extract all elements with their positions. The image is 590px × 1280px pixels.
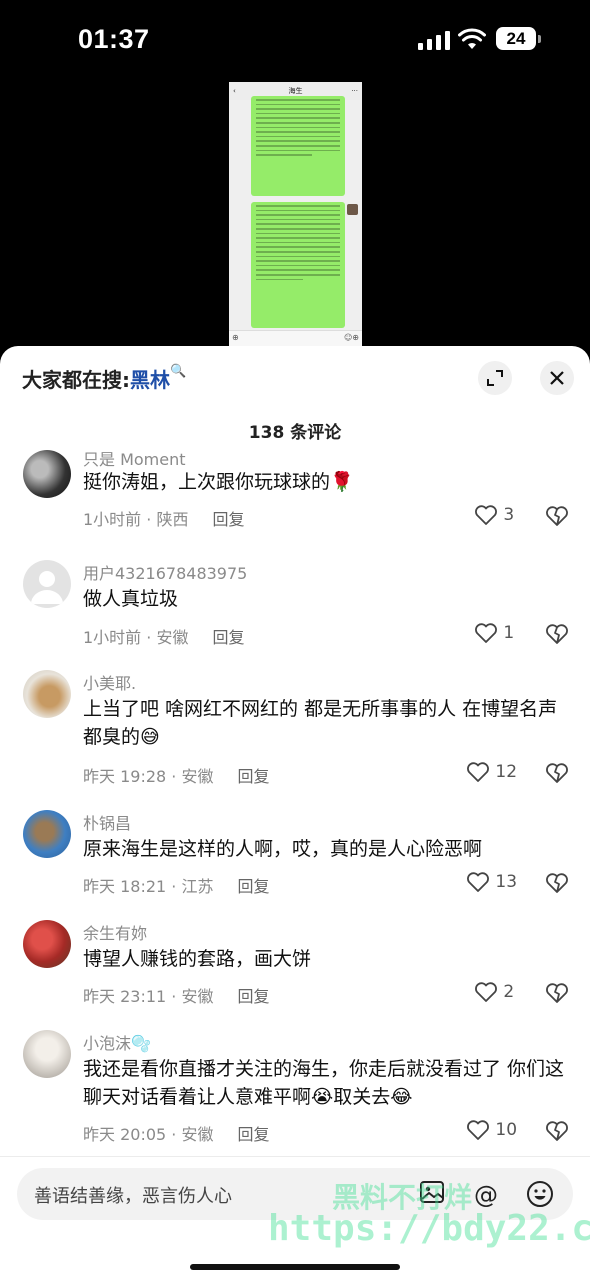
dislike-icon[interactable] [544,761,570,785]
expand-icon [487,370,503,386]
comment-meta: 昨天 20:05 · 安徽 回复 [83,1121,269,1145]
like-button[interactable]: 13 [466,871,536,893]
avatar[interactable] [23,450,71,498]
close-button[interactable] [540,361,574,395]
expand-button[interactable] [478,361,512,395]
comment-meta: 昨天 19:28 · 安徽 回复 [83,763,269,787]
heart-icon [475,505,497,525]
reply-button[interactable]: 回复 [237,877,269,896]
back-icon: ‹ [233,87,236,95]
comment-username[interactable]: 小泡沫🫧 [83,1030,151,1054]
avatar[interactable] [23,560,71,608]
like-count: 10 [495,1120,518,1140]
at-icon: @ [474,1181,498,1209]
dislike-icon[interactable] [544,622,570,646]
comment-meta: 1小时前 · 安徽 回复 [83,624,244,648]
heart-icon [475,623,497,643]
like-button[interactable]: 1 [474,622,544,644]
avatar[interactable] [23,920,71,968]
chat-input-bar: ⊕ ☺⊕ [229,330,362,346]
like-button[interactable]: 2 [474,981,544,1003]
battery-indicator: 24 [496,27,541,50]
avatar[interactable] [23,1030,71,1078]
emoji-plus-icon: ☺⊕ [343,333,359,342]
like-count: 1 [503,623,515,643]
emoji-icon [527,1181,553,1207]
default-avatar-icon [31,571,63,604]
cellular-signal-icon [418,30,450,50]
dislike-icon[interactable] [544,871,570,895]
reply-button[interactable]: 回复 [212,510,244,529]
like-count: 3 [503,505,515,525]
heart-icon [475,982,497,1002]
comment-username[interactable]: 小美耶. [83,670,136,694]
comment-username[interactable]: 只是 Moment [83,450,186,470]
status-time: 01:37 [78,24,150,54]
chat-bubble [251,96,345,196]
avatar[interactable] [23,810,71,858]
reply-button[interactable]: 回复 [237,987,269,1006]
reply-button[interactable]: 回复 [212,628,244,647]
heart-icon [467,762,489,782]
comment-username[interactable]: 朴锅昌 [83,810,131,834]
comment-text: 上当了吧 啥网红不网红的 都是无所事事的人 在博望名声都臭的😅 [83,698,558,748]
comment-meta: 昨天 18:21 · 江苏 回复 [83,873,269,897]
comment-time-location: 1小时前 · 安徽 [83,628,189,647]
comment-text: 挺你涛姐，上次跟你玩球球的🌹 [83,471,354,493]
comments-sheet: 大家都在搜:黑林🔍 138 条评论 只是 Moment 挺你涛姐，上次跟你玩球球… [0,346,590,1280]
comment-text: 博望人赚钱的套路，画大饼 [83,948,312,970]
voice-icon: ⊕ [232,333,239,342]
like-count: 2 [503,982,515,1002]
comment-input-placeholder: 善语结善缘，恶言伤人心 [34,1186,232,1207]
dislike-icon[interactable] [544,1119,570,1143]
search-icon: 🔍 [170,364,187,379]
comment-text: 做人真垃圾 [83,588,179,610]
mention-button[interactable]: @ [471,1180,501,1210]
heart-icon [467,872,489,892]
trending-search[interactable]: 大家都在搜:黑林🔍 [22,364,186,393]
comment-username[interactable]: 余生有妳 [83,920,147,944]
chat-screenshot-image[interactable]: ‹ 海生 ··· ⊕ ☺⊕ [229,82,362,346]
wifi-icon [458,28,486,49]
like-button[interactable]: 10 [466,1119,536,1141]
chat-bubble [251,202,345,328]
comment-text: 原来海生是这样的人啊，哎，真的是人心险恶啊 [83,838,483,860]
dislike-icon[interactable] [544,981,570,1005]
comment-time-location: 昨天 19:28 · 安徽 [83,767,214,786]
like-count: 12 [495,762,518,782]
like-count: 13 [495,872,518,892]
home-indicator [190,1264,400,1270]
comment-text: 我还是看你直播才关注的海生，你走后就没看过了 你们这聊天对话看着让人意难平啊😭取… [83,1058,565,1108]
close-icon [550,371,564,385]
status-bar: 01:37 24 [0,0,590,80]
divider [0,1156,590,1157]
emoji-button[interactable] [525,1180,555,1210]
comment-time-location: 昨天 20:05 · 安徽 [83,1125,214,1144]
comment-count: 138 条评论 [248,423,342,443]
comment-time-location: 昨天 18:21 · 江苏 [83,877,214,896]
like-button[interactable]: 3 [474,504,544,526]
trending-search-label: 大家都在搜: [22,368,130,392]
avatar[interactable] [23,670,71,718]
trending-search-keyword[interactable]: 黑林 [130,368,170,392]
more-icon: ··· [351,87,358,95]
comment-list[interactable]: 只是 Moment 挺你涛姐，上次跟你玩球球的🌹 1小时前 · 陕西 回复 3 用… [0,450,590,1156]
dislike-icon[interactable] [544,504,570,528]
comment-time-location: 昨天 23:11 · 安徽 [83,987,214,1006]
reply-button[interactable]: 回复 [237,767,269,786]
comment-input[interactable]: 善语结善缘，恶言伤人心 @ [17,1168,573,1220]
comment-meta: 昨天 23:11 · 安徽 回复 [83,983,269,1007]
comment-username[interactable]: 用户4321678483975 [83,560,247,584]
comment-time-location: 1小时前 · 陕西 [83,510,189,529]
heart-icon [467,1120,489,1140]
comment-meta: 1小时前 · 陕西 回复 [83,506,244,530]
image-icon [420,1181,444,1203]
reply-button[interactable]: 回复 [237,1125,269,1144]
chat-avatar [347,204,358,215]
chat-screenshot-title: 海生 [288,87,303,95]
image-button[interactable] [417,1180,447,1210]
like-button[interactable]: 12 [466,761,536,783]
